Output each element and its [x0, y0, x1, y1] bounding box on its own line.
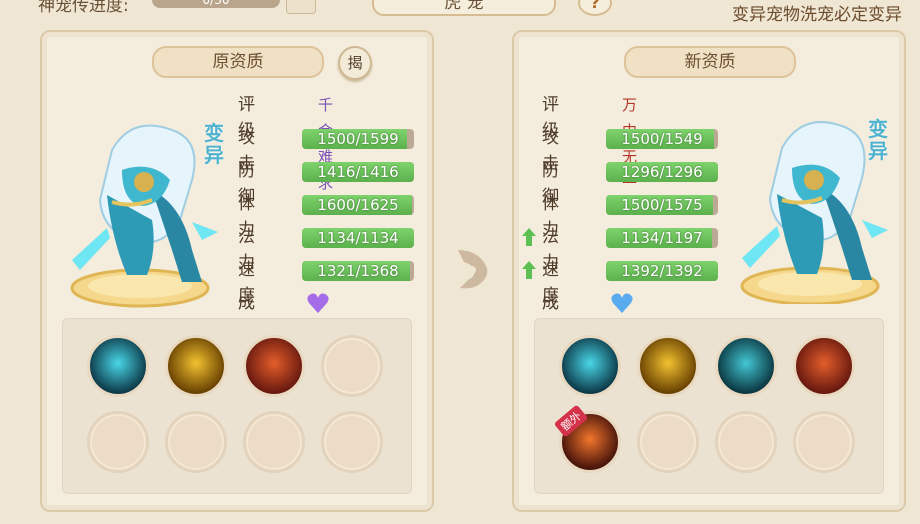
up-arrow-icon: [522, 228, 536, 246]
skill-grid-right: 额外: [534, 318, 884, 494]
pet-model-right: [740, 121, 888, 304]
golden-slash-skill-icon[interactable]: [637, 335, 699, 397]
question-icon[interactable]: ?: [578, 0, 612, 16]
top-bar: 神宠传进度: 0/30 虎 宠 ? 变异宠物洗宠必定变异: [0, 0, 920, 25]
original-aptitude-panel: 原资质 揭 变异 评级 千金难求 攻击1500/1599防御1416/1416体…: [40, 30, 434, 512]
up-arrow-icon: [522, 261, 536, 279]
lock-icon[interactable]: [286, 0, 316, 14]
ice-warrior-skill-icon[interactable]: [87, 335, 149, 397]
empty-skill-slot[interactable]: [243, 411, 305, 473]
stat-value: 1296/1296: [621, 163, 703, 181]
fire-beast-skill-icon[interactable]: [243, 335, 305, 397]
stat-value: 1500/1599: [317, 130, 399, 148]
stat-value: 1321/1368: [317, 262, 399, 280]
stat-bar: 1500/1575: [606, 195, 718, 215]
stat-value: 1416/1416: [317, 163, 399, 181]
progress-label: 神宠传进度:: [38, 0, 129, 16]
panel-title-original: 原资质: [152, 46, 324, 78]
arrow-right-icon: [458, 250, 488, 289]
stat-value: 1392/1392: [621, 262, 703, 280]
empty-skill-slot[interactable]: [637, 411, 699, 473]
progress-bar: 0/30: [152, 0, 280, 8]
empty-skill-slot[interactable]: [87, 411, 149, 473]
stat-bar: 1500/1599: [302, 129, 414, 149]
golden-slash-skill-icon[interactable]: [165, 335, 227, 397]
stat-bar: 1134/1134: [302, 228, 414, 248]
shadow-brute-skill-icon[interactable]: [715, 335, 777, 397]
pet-model-left: [70, 124, 218, 308]
stat-bar: 1500/1549: [606, 129, 718, 149]
stat-bar: 1416/1416: [302, 162, 414, 182]
empty-skill-slot[interactable]: [321, 411, 383, 473]
heart-icon: [611, 293, 633, 313]
mutation-note: 变异宠物洗宠必定变异: [732, 5, 902, 25]
stat-bar: 1134/1197: [606, 228, 718, 248]
stat-value: 1134/1197: [621, 229, 703, 247]
stat-bar: 1600/1625: [302, 195, 414, 215]
stat-bar: 1321/1368: [302, 261, 414, 281]
stat-value: 1500/1549: [621, 130, 703, 148]
fire-beast-skill-icon[interactable]: [793, 335, 855, 397]
heart-icon: [307, 293, 329, 313]
reveal-button[interactable]: 揭: [338, 46, 372, 80]
pet-type-tab[interactable]: 虎 宠: [372, 0, 556, 16]
stat-value: 1500/1575: [621, 196, 703, 214]
stat-value: 1134/1134: [317, 229, 399, 247]
empty-skill-slot[interactable]: [321, 335, 383, 397]
panel-title-new: 新资质: [624, 46, 796, 78]
fire-strike-skill-icon[interactable]: 额外: [553, 404, 621, 473]
stat-bar: 1392/1392: [606, 261, 718, 281]
empty-skill-slot[interactable]: [165, 411, 227, 473]
extra-badge: 额外: [553, 404, 589, 438]
ice-warrior-skill-icon[interactable]: [559, 335, 621, 397]
new-aptitude-panel: 新资质 变异 评级 万中无一 攻击1500/1549防御1296/1296体力1…: [512, 30, 906, 512]
empty-skill-slot[interactable]: [793, 411, 855, 473]
empty-skill-slot[interactable]: [715, 411, 777, 473]
stat-bar: 1296/1296: [606, 162, 718, 182]
stat-value: 1600/1625: [317, 196, 399, 214]
skill-grid-left: [62, 318, 412, 494]
